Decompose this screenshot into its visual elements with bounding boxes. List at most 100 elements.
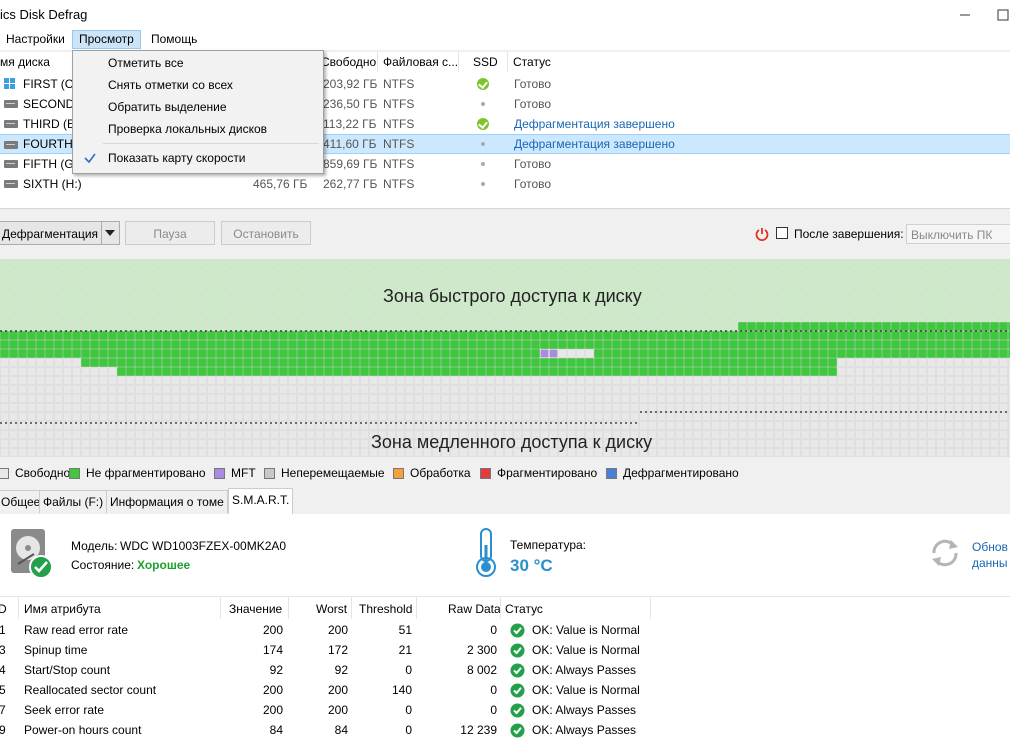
cluster-block bbox=[117, 385, 126, 394]
cluster-block bbox=[801, 385, 810, 394]
column-status[interactable]: Статус bbox=[505, 600, 543, 618]
defrag-action-button[interactable]: Дефрагментация bbox=[0, 221, 120, 245]
column-separator bbox=[416, 597, 417, 619]
after-complete-checkbox[interactable] bbox=[776, 227, 788, 239]
cluster-block bbox=[738, 367, 747, 376]
cluster-block bbox=[792, 439, 801, 448]
cluster-block bbox=[117, 412, 126, 421]
column-raw-data[interactable]: Raw Data bbox=[448, 600, 501, 618]
cluster-block bbox=[414, 403, 423, 412]
tab-general[interactable]: Общее bbox=[0, 490, 45, 513]
cluster-block bbox=[675, 358, 684, 367]
column-threshold[interactable]: Threshold bbox=[359, 600, 412, 618]
cluster-block bbox=[693, 394, 702, 403]
cluster-block bbox=[243, 412, 252, 421]
menu-settings[interactable]: Настройки bbox=[0, 30, 71, 49]
cluster-block bbox=[315, 394, 324, 403]
cluster-block bbox=[477, 259, 486, 268]
cluster-block bbox=[720, 331, 729, 340]
cluster-block bbox=[117, 349, 126, 358]
temperature-label: Температура: bbox=[510, 538, 587, 552]
cluster-block bbox=[477, 268, 486, 277]
cluster-block bbox=[918, 304, 927, 313]
maximize-button[interactable] bbox=[990, 3, 1010, 25]
cluster-block bbox=[963, 403, 972, 412]
cluster-block bbox=[828, 286, 837, 295]
tab-files[interactable]: Файлы (F:) bbox=[39, 490, 108, 513]
cluster-block bbox=[846, 322, 855, 331]
attribute-worst: 172 bbox=[327, 643, 348, 657]
smart-attribute-row[interactable]: 9 Power-on hours count 84 84 0 12 239 OK: Alwa… bbox=[0, 720, 1010, 740]
smart-attribute-row[interactable]: 5 Reallocated sector count 200 200 140 0 OK: V… bbox=[0, 680, 1010, 700]
refresh-icon[interactable] bbox=[928, 536, 962, 570]
cluster-block bbox=[216, 331, 225, 340]
cluster-block bbox=[45, 340, 54, 349]
tab-volume-info[interactable]: Информация о томе bbox=[106, 490, 228, 513]
cluster-block bbox=[711, 430, 720, 439]
cluster-block bbox=[909, 277, 918, 286]
cluster-block bbox=[252, 313, 261, 322]
cluster-block bbox=[27, 412, 36, 421]
cluster-block bbox=[63, 268, 72, 277]
cluster-block bbox=[180, 448, 189, 457]
disk-row[interactable]: SIXTH (H:) 465,76 ГБ 262,77 ГБ NTFS Готово bbox=[0, 174, 1010, 194]
column-attribute-name[interactable]: Имя атрибута bbox=[24, 600, 101, 618]
cluster-block bbox=[936, 331, 945, 340]
menu-item-uncheck-all[interactable]: Снять отметки со всех bbox=[108, 75, 233, 95]
cluster-block bbox=[117, 331, 126, 340]
cluster-block bbox=[909, 376, 918, 385]
cluster-block bbox=[477, 331, 486, 340]
smart-attribute-row[interactable]: 7 Seek error rate 200 200 0 0 OK: Always Passe… bbox=[0, 700, 1010, 720]
smart-attribute-row[interactable]: 3 Spinup time 174 172 21 2 300 OK: Value is No… bbox=[0, 640, 1010, 660]
column-worst[interactable]: Worst bbox=[316, 600, 347, 618]
dropdown-arrow-icon[interactable] bbox=[105, 230, 115, 236]
menu-item-show-speed-map[interactable]: Показать карту скорости bbox=[108, 148, 246, 168]
cluster-block bbox=[783, 412, 792, 421]
cluster-block bbox=[738, 448, 747, 457]
cluster-block bbox=[927, 286, 936, 295]
cluster-block bbox=[117, 277, 126, 286]
after-complete-select[interactable]: Выключить ПК bbox=[906, 224, 1010, 244]
column-value[interactable]: Значение bbox=[229, 600, 282, 618]
cluster-block bbox=[9, 331, 18, 340]
cluster-block bbox=[720, 349, 729, 358]
cluster-block bbox=[225, 313, 234, 322]
cluster-block bbox=[684, 412, 693, 421]
cluster-block bbox=[441, 412, 450, 421]
refresh-data-link-line2[interactable]: данны bbox=[972, 556, 1008, 570]
cluster-block bbox=[387, 349, 396, 358]
cluster-block bbox=[792, 385, 801, 394]
cluster-block bbox=[981, 313, 990, 322]
smart-attribute-row[interactable]: 1 Raw read error rate 200 200 51 0 OK: Value i… bbox=[0, 620, 1010, 640]
cluster-block bbox=[495, 268, 504, 277]
smart-attribute-row[interactable]: 4 Start/Stop count 92 92 0 8 002 OK: Always Pa… bbox=[0, 660, 1010, 680]
cluster-block bbox=[567, 322, 576, 331]
column-free[interactable]: Свободно bbox=[321, 52, 376, 72]
cluster-block bbox=[585, 412, 594, 421]
menu-item-check-local-disks[interactable]: Проверка локальных дисков bbox=[108, 119, 267, 139]
column-separator bbox=[377, 52, 378, 72]
stop-button[interactable]: Остановить bbox=[221, 221, 311, 245]
minimize-button[interactable] bbox=[952, 3, 976, 25]
menu-item-check-all[interactable]: Отметить все bbox=[108, 53, 184, 73]
refresh-data-link[interactable]: Обнов bbox=[972, 540, 1008, 554]
cluster-block bbox=[441, 340, 450, 349]
cluster-block bbox=[315, 322, 324, 331]
column-status[interactable]: Статус bbox=[513, 52, 551, 72]
cluster-block bbox=[405, 358, 414, 367]
cluster-block bbox=[936, 286, 945, 295]
cluster-block bbox=[54, 448, 63, 457]
tab-smart[interactable]: S.M.A.R.T. bbox=[228, 488, 294, 514]
column-disk-name[interactable]: мя диска bbox=[0, 52, 50, 72]
menu-item-invert-selection[interactable]: Обратить выделение bbox=[108, 97, 227, 117]
cluster-block bbox=[855, 259, 864, 268]
column-filesystem[interactable]: Файловая с... bbox=[383, 52, 458, 72]
menu-help[interactable]: Помощь bbox=[145, 30, 203, 49]
column-ssd[interactable]: SSD bbox=[473, 52, 498, 72]
pause-button[interactable]: Пауза bbox=[125, 221, 215, 245]
cluster-block bbox=[63, 403, 72, 412]
menu-view[interactable]: Просмотр bbox=[72, 30, 141, 49]
cluster-block bbox=[297, 322, 306, 331]
cluster-block bbox=[252, 439, 261, 448]
column-id[interactable]: D bbox=[0, 600, 7, 618]
